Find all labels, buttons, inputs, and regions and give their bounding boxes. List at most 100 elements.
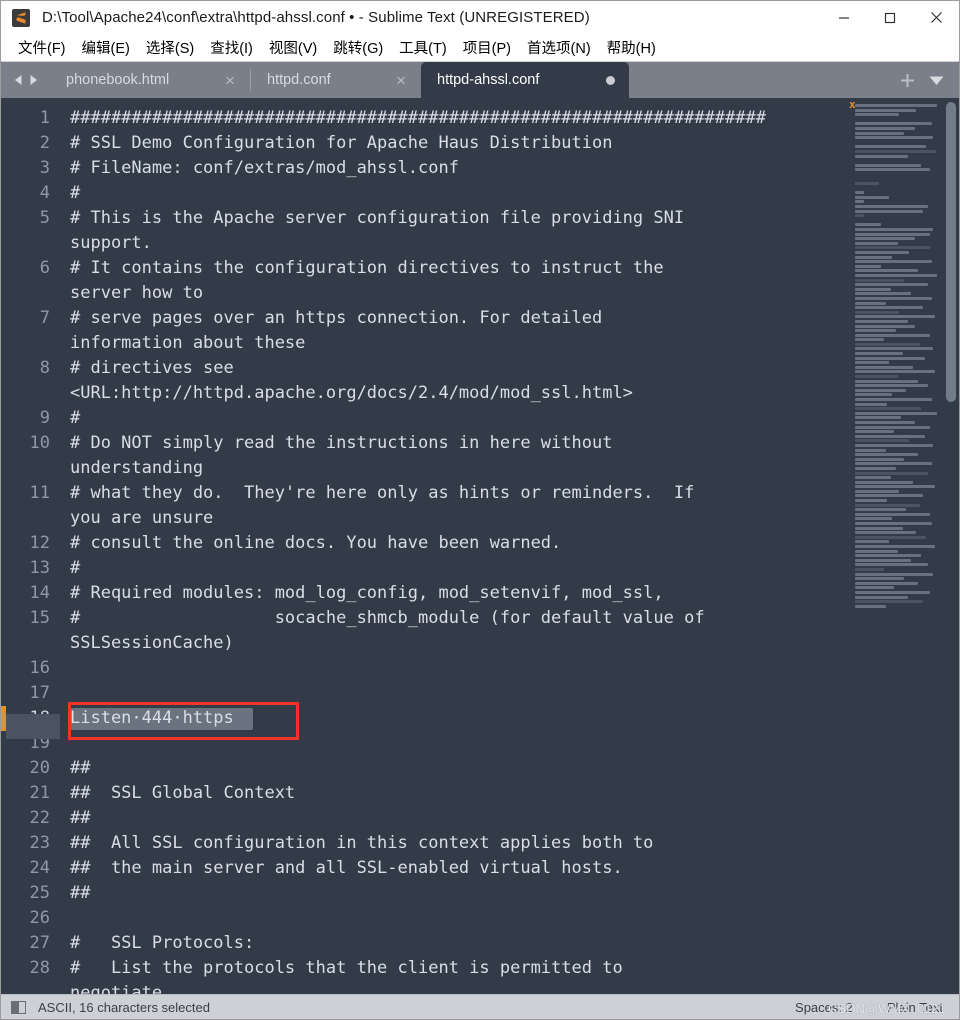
minimap-line: [855, 384, 929, 388]
minimap-line: [855, 237, 915, 241]
indentation-status[interactable]: Spaces: 2: [795, 1000, 853, 1015]
menu-item-selection[interactable]: 选择(S): [138, 35, 202, 61]
code-line[interactable]: ########################################…: [70, 106, 849, 131]
code-line[interactable]: ##: [70, 881, 849, 906]
code-line[interactable]: support.: [70, 231, 849, 256]
chevron-down-icon[interactable]: [928, 74, 945, 87]
close-icon[interactable]: ×: [224, 72, 236, 89]
menu-item-preferences[interactable]: 首选项(N): [519, 35, 599, 61]
code-line[interactable]: # SSL Protocols:: [70, 931, 849, 956]
menu-item-help[interactable]: 帮助(H): [599, 35, 664, 61]
code-line[interactable]: you are unsure: [70, 506, 849, 531]
code-line[interactable]: ## All SSL configuration in this context…: [70, 831, 849, 856]
menu-item-view[interactable]: 视图(V): [261, 35, 325, 61]
minimap-line: [855, 310, 900, 314]
code-line[interactable]: # FileName: conf/extras/mod_ahssl.conf: [70, 156, 849, 181]
code-line[interactable]: # consult the online docs. You have been…: [70, 531, 849, 556]
code-line[interactable]: information about these: [70, 331, 849, 356]
minimap-line: [855, 462, 932, 466]
code-line[interactable]: #: [70, 556, 849, 581]
code-line[interactable]: server how to: [70, 281, 849, 306]
code-line[interactable]: SSLSessionCache): [70, 631, 849, 656]
minimap-line: [855, 535, 927, 539]
code-area[interactable]: 1234567891011121314151617181920212223242…: [6, 98, 849, 994]
line-number: 2: [39, 133, 50, 153]
minimap-line: [855, 296, 932, 300]
code-line[interactable]: # Required modules: mod_log_config, mod_…: [70, 581, 849, 606]
tab-phonebook-html[interactable]: phonebook.html ×: [50, 62, 250, 98]
code-line[interactable]: ##: [70, 806, 849, 831]
code-line[interactable]: ## SSL Global Context: [70, 781, 849, 806]
minimap-line: [855, 388, 906, 392]
minimap-line: [855, 466, 896, 470]
minimap-line: [855, 283, 929, 287]
minimap-line: [855, 269, 918, 273]
close-icon[interactable]: ×: [395, 72, 407, 89]
current-line-highlight: [6, 714, 60, 739]
menu-item-file[interactable]: 文件(F): [10, 35, 74, 61]
close-icon[interactable]: [913, 1, 959, 34]
minimap-line: [855, 443, 934, 447]
minimap-line: [855, 232, 930, 236]
menu-item-edit[interactable]: 编辑(E): [74, 35, 138, 61]
minimap-line: [855, 255, 893, 259]
menu-item-find[interactable]: 查找(I): [202, 35, 261, 61]
code-line[interactable]: # List the protocols that the client is …: [70, 956, 849, 981]
vertical-scrollbar[interactable]: [944, 98, 959, 994]
unsaved-changes-dot-icon[interactable]: [606, 75, 615, 85]
minimap-line: [855, 154, 908, 158]
code-line[interactable]: understanding: [70, 456, 849, 481]
tab-httpd-ahssl-conf[interactable]: httpd-ahssl.conf: [421, 62, 629, 98]
code-line[interactable]: [70, 681, 849, 706]
minimap-line: [855, 425, 930, 429]
menu-item-project[interactable]: 项目(P): [455, 35, 519, 61]
plus-icon[interactable]: [899, 72, 916, 89]
minimap-line: [855, 471, 929, 475]
line-number: 15: [29, 608, 50, 628]
line-number-continuation: [6, 506, 60, 531]
code-text[interactable]: ########################################…: [60, 106, 849, 994]
code-line[interactable]: [70, 731, 849, 756]
code-line[interactable]: [70, 906, 849, 931]
code-line[interactable]: # This is the Apache server configuratio…: [70, 206, 849, 231]
tab-httpd-conf[interactable]: httpd.conf ×: [251, 62, 421, 98]
minimap-line: [855, 590, 930, 594]
minimap-line: [855, 503, 920, 507]
code-line[interactable]: ##: [70, 756, 849, 781]
code-line[interactable]: # serve pages over an https connection. …: [70, 306, 849, 331]
minimap-line: [855, 586, 895, 590]
sidebar-toggle-icon[interactable]: [11, 1000, 26, 1014]
code-line[interactable]: #: [70, 406, 849, 431]
scrollbar-thumb[interactable]: [946, 102, 956, 402]
code-line[interactable]: # SSL Demo Configuration for Apache Haus…: [70, 131, 849, 156]
line-number: 17: [29, 683, 50, 703]
code-line[interactable]: # Do NOT simply read the instructions in…: [70, 431, 849, 456]
code-line[interactable]: # what they do. They're here only as hin…: [70, 481, 849, 506]
line-number-continuation: [6, 456, 60, 481]
line-number: 27: [29, 933, 50, 953]
minimap[interactable]: x: [849, 98, 944, 994]
code-line[interactable]: <URL:http://httpd.apache.org/docs/2.4/mo…: [70, 381, 849, 406]
code-line[interactable]: [70, 656, 849, 681]
minimap-line: [855, 200, 864, 204]
code-line[interactable]: # It contains the configuration directiv…: [70, 256, 849, 281]
syntax-status[interactable]: Plain Text: [887, 1000, 943, 1015]
minimap-line: [855, 324, 915, 328]
code-line[interactable]: # directives see: [70, 356, 849, 381]
minimize-icon[interactable]: [821, 1, 867, 34]
code-line[interactable]: negotiate.: [70, 981, 849, 994]
code-line[interactable]: # socache_shmcb_module (for default valu…: [70, 606, 849, 631]
triangle-right-icon[interactable]: [28, 74, 39, 86]
code-line[interactable]: #: [70, 181, 849, 206]
menu-item-tools[interactable]: 工具(T): [391, 35, 455, 61]
tab-label: httpd.conf: [267, 72, 331, 88]
triangle-left-icon[interactable]: [13, 74, 24, 86]
line-number: 14: [29, 583, 50, 603]
code-line[interactable]: ## the main server and all SSL-enabled v…: [70, 856, 849, 881]
minimap-line: [855, 545, 935, 548]
menu-item-goto[interactable]: 跳转(G): [325, 35, 391, 61]
minimap-line: [855, 526, 903, 530]
minimap-line: [855, 191, 864, 195]
maximize-icon[interactable]: [867, 1, 913, 34]
code-line[interactable]: Listen·444·https: [69, 706, 849, 731]
